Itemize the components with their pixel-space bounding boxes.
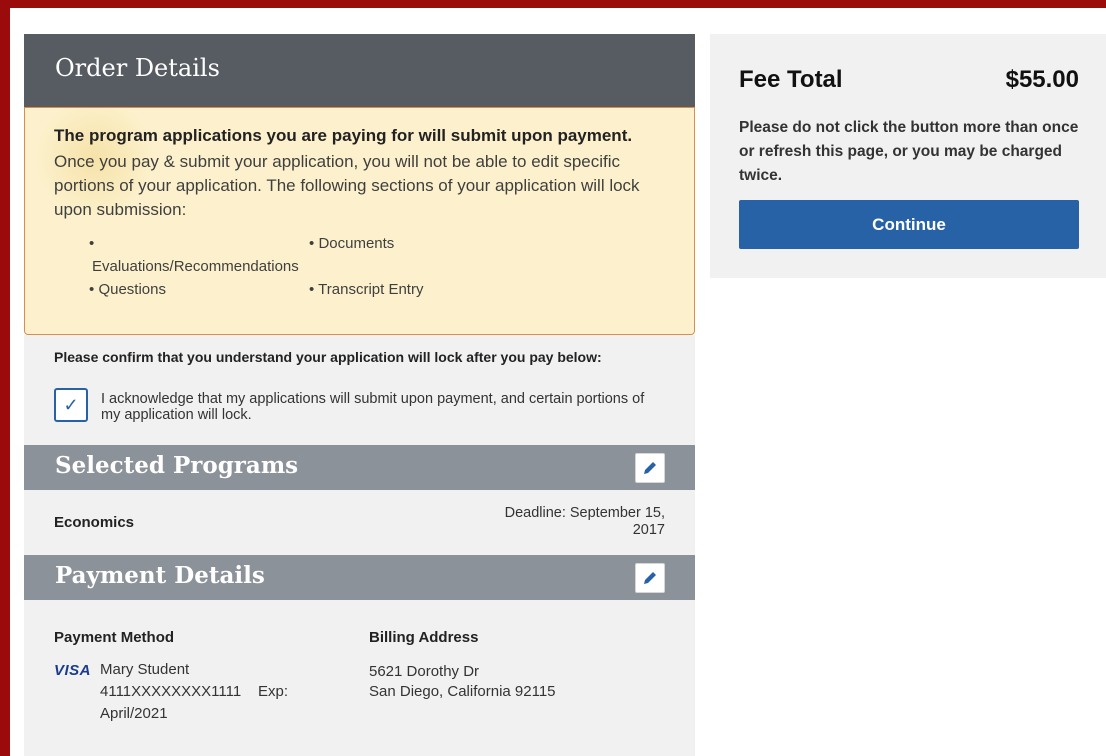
order-details-header: Order Details	[24, 34, 695, 107]
program-row: Economics Deadline: September 15, 2017	[24, 490, 695, 555]
list-bullet: •	[89, 235, 95, 252]
billing-address-label: Billing Address	[369, 629, 479, 646]
visa-icon: VISA	[54, 662, 92, 679]
fee-total-label: Fee Total	[739, 66, 843, 93]
cardholder-name: Mary Student	[100, 661, 190, 678]
lock-notice: The program applications you are paying …	[24, 107, 695, 335]
fee-total-amount: $55.00	[1005, 66, 1079, 93]
list-item-bullet: • Transcript Entry	[309, 281, 424, 298]
list-item: Evaluations/Recommendations	[92, 258, 299, 275]
lock-sections-list: • Evaluations/Recommendations • Document…	[54, 232, 674, 312]
list-item-bullet: • Documents	[309, 235, 395, 252]
payment-details-header: Payment Details	[24, 555, 695, 600]
program-deadline: Deadline: September 15, 2017	[504, 505, 665, 538]
payment-details-title: Payment Details	[55, 562, 265, 589]
billing-address-line2: San Diego, California 92115	[369, 683, 556, 700]
order-details-title: Order Details	[55, 54, 220, 82]
card-exp-date: April/2021	[100, 705, 168, 722]
selected-programs-title: Selected Programs	[55, 452, 299, 479]
selected-programs-header: Selected Programs	[24, 445, 695, 490]
double-charge-warning: Please do not click the button more than…	[739, 119, 1079, 184]
edit-payment-button[interactable]	[635, 563, 665, 593]
acknowledge-label[interactable]: I acknowledge that my applications will …	[101, 391, 661, 423]
payment-info: Payment Method Billing Address VISA Mary…	[24, 600, 695, 756]
continue-button[interactable]: Continue	[739, 200, 1079, 249]
list-item-bullet: • Questions	[89, 281, 166, 298]
confirm-section: Please confirm that you understand your …	[24, 335, 695, 445]
card-exp-label: Exp:	[258, 683, 289, 700]
billing-address-line1: 5621 Dorothy Dr	[369, 663, 480, 680]
acknowledge-checkbox[interactable]: ✓	[54, 388, 88, 422]
confirm-question: Please confirm that you understand your …	[54, 349, 602, 365]
card-number: 4111XXXXXXXX1111	[100, 683, 242, 700]
edit-programs-button[interactable]	[635, 453, 665, 483]
checkmark-icon: ✓	[63, 394, 79, 415]
notice-title: The program applications you are paying …	[54, 126, 633, 145]
pencil-icon	[644, 572, 656, 584]
fee-summary-panel: Fee Total $55.00 Please do not click the…	[710, 34, 1106, 278]
payment-method-label: Payment Method	[54, 629, 175, 646]
program-name: Economics	[54, 514, 135, 531]
order-column: Order Details The program applications y…	[24, 34, 695, 756]
page: Order Details The program applications y…	[10, 8, 1106, 756]
notice-body: Once you pay & submit your application, …	[54, 152, 640, 219]
pencil-icon	[644, 462, 656, 474]
